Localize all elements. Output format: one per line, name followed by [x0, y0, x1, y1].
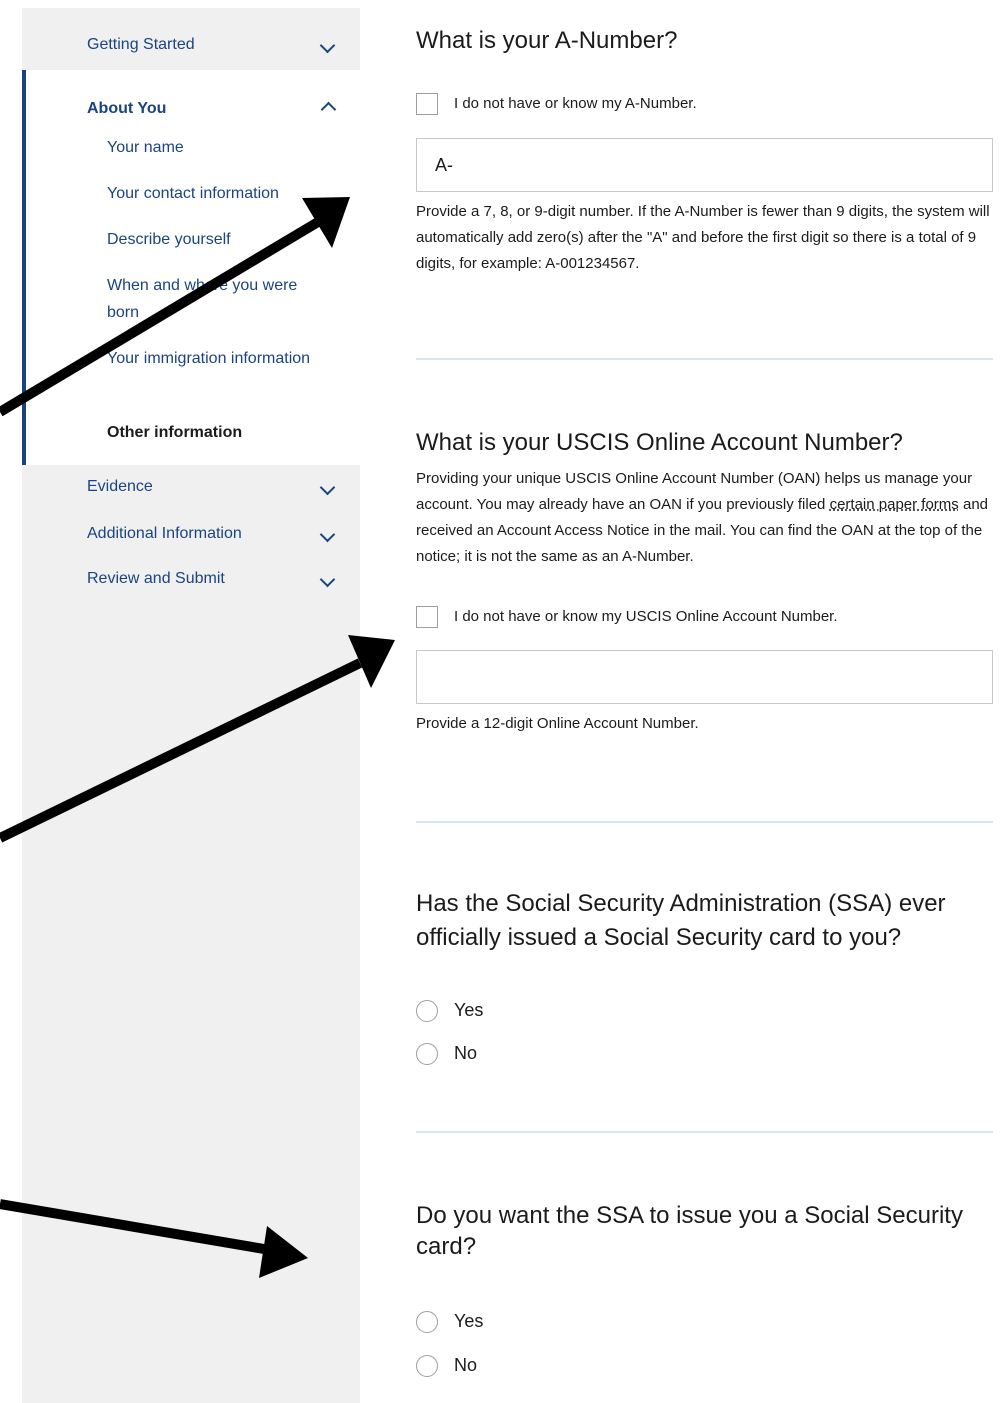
section-divider — [416, 358, 993, 360]
chevron-down-icon — [319, 37, 336, 54]
sidebar-item-immigration-information[interactable]: Your immigration information — [107, 345, 322, 372]
sidebar-item-other-information[interactable]: Other information — [107, 419, 322, 446]
ssa-want-yes-label[interactable]: Yes — [454, 1311, 483, 1332]
sidebar-item-contact-information[interactable]: Your contact information — [107, 180, 337, 207]
section-divider — [416, 821, 993, 823]
sidebar-section-label: Additional Information — [87, 525, 242, 542]
ssa-want-no-radio[interactable] — [416, 1355, 438, 1377]
anumber-help-text: Provide a 7, 8, or 9-digit number. If th… — [416, 203, 990, 272]
chevron-down-icon — [319, 479, 336, 496]
chevron-up-icon[interactable] — [320, 101, 337, 118]
chevron-down-icon — [319, 526, 336, 543]
sidebar-section-label: Getting Started — [87, 36, 195, 53]
ssa-want-no-label[interactable]: No — [454, 1355, 477, 1376]
ssa-issued-question-title: Has the Social Security Administration (… — [416, 890, 946, 951]
certain-paper-forms-link[interactable]: certain paper forms — [830, 496, 959, 513]
oan-unknown-checkbox-label[interactable]: I do not have or know my USCIS Online Ac… — [454, 608, 838, 625]
oan-question-title: What is your USCIS Online Account Number… — [416, 429, 903, 456]
ssa-issued-no-label[interactable]: No — [454, 1043, 477, 1064]
sidebar-section-about-you: About You Your name Your contact informa… — [22, 70, 360, 465]
anumber-unknown-checkbox-label[interactable]: I do not have or know my A-Number. — [454, 95, 697, 112]
oan-input[interactable] — [416, 650, 993, 704]
chevron-down-icon — [319, 571, 336, 588]
oan-description: Providing your unique USCIS Online Accou… — [416, 466, 994, 570]
ssa-issued-no-radio[interactable] — [416, 1043, 438, 1065]
sidebar-section-label: Review and Submit — [87, 570, 225, 587]
sidebar-section-label[interactable]: About You — [87, 100, 166, 118]
anumber-question-title: What is your A-Number? — [416, 27, 678, 54]
sidebar-item-birth-place[interactable]: When and where you were born — [107, 272, 322, 326]
ssa-issued-yes-radio[interactable] — [416, 1000, 438, 1022]
oan-help-text: Provide a 12-digit Online Account Number… — [416, 715, 699, 732]
sidebar-item-describe-yourself[interactable]: Describe yourself — [107, 226, 322, 253]
ssa-want-question-title: Do you want the SSA to issue you a Socia… — [416, 1202, 963, 1260]
ssa-issued-yes-label[interactable]: Yes — [454, 1000, 483, 1021]
anumber-unknown-checkbox[interactable] — [416, 93, 438, 115]
section-divider — [416, 1131, 993, 1133]
oan-unknown-checkbox[interactable] — [416, 606, 438, 628]
sidebar-item-your-name[interactable]: Your name — [107, 134, 322, 161]
ssa-want-yes-radio[interactable] — [416, 1311, 438, 1333]
anumber-input[interactable] — [416, 138, 993, 192]
sidebar-nav: Getting Started About You Your name Your… — [22, 8, 360, 1403]
sidebar-section-label: Evidence — [87, 478, 153, 495]
